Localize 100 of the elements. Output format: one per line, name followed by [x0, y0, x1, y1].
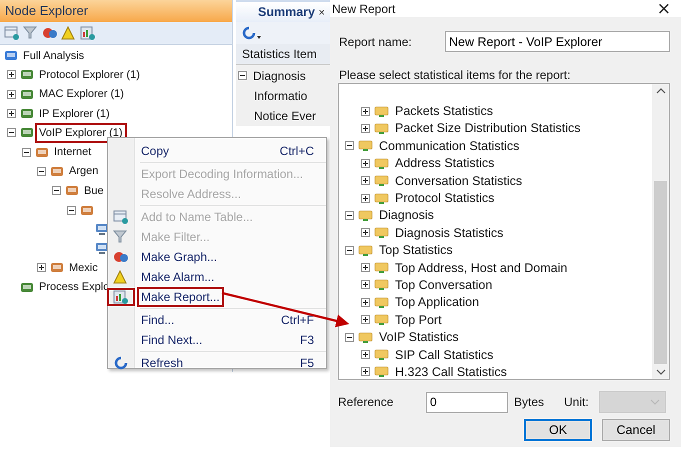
filter-icon[interactable]: [23, 26, 39, 40]
expand-icon[interactable]: [361, 367, 370, 376]
folder-icon: [374, 156, 390, 170]
scroll-down-icon[interactable]: [656, 368, 666, 376]
folder-icon: [374, 174, 390, 188]
collapse-icon[interactable]: [37, 166, 46, 176]
collapse-icon[interactable]: [345, 246, 354, 255]
menu-item[interactable]: Find... Ctrl+F: [108, 310, 326, 330]
tree-item[interactable]: Top Application: [394, 295, 480, 310]
expand-icon[interactable]: [361, 350, 370, 360]
folder-icon: [374, 261, 390, 274]
folder-icon: [374, 122, 390, 135]
tree-item[interactable]: MAC Explorer (1): [38, 87, 125, 102]
menu-item[interactable]: Find Next... F3: [108, 330, 326, 350]
expand-icon[interactable]: [361, 298, 370, 307]
filter-icon: [113, 230, 129, 244]
tree-item[interactable]: Address Statistics: [394, 156, 494, 170]
tree-item[interactable]: VoIP Statistics: [378, 330, 459, 344]
tree-item[interactable]: Top Conversation: [394, 278, 492, 292]
node-icon: [4, 49, 18, 62]
folder-icon: [374, 104, 390, 118]
expand-icon[interactable]: [361, 228, 370, 238]
report-name-field[interactable]: New Report - VoIP Explorer: [445, 31, 670, 52]
node-icon: [65, 184, 79, 198]
tree-item[interactable]: Full Analysis: [22, 48, 86, 63]
collapse-icon[interactable]: [345, 332, 354, 342]
menu-item[interactable]: Make Graph...: [108, 247, 326, 267]
collapse-icon[interactable]: [67, 206, 76, 215]
expand-icon[interactable]: [7, 109, 16, 118]
tree-item[interactable]: Mexic: [68, 260, 99, 275]
folder-icon: [358, 139, 374, 152]
menu-item[interactable]: Refresh F5: [108, 353, 326, 373]
node-icon: [35, 146, 49, 159]
collapse-icon[interactable]: [345, 210, 354, 220]
dialog-button[interactable]: OK: [524, 419, 592, 441]
table-add-icon[interactable]: [4, 26, 20, 40]
column-header[interactable]: Statistics Item: [236, 44, 330, 65]
collapse-icon[interactable]: [238, 71, 247, 80]
folder-icon: [374, 296, 390, 309]
dialog-button[interactable]: Cancel: [602, 419, 670, 441]
expand-icon[interactable]: [361, 124, 370, 133]
expand-icon[interactable]: [7, 90, 16, 99]
tree-item[interactable]: Top Port: [394, 312, 442, 327]
computer-icon: [95, 242, 109, 256]
expand-icon[interactable]: [361, 315, 370, 324]
graph-icon[interactable]: [42, 26, 58, 40]
scroll-thumb[interactable]: [654, 181, 667, 364]
expand-icon[interactable]: [361, 194, 370, 203]
report-icon: [113, 290, 129, 304]
alarm-icon[interactable]: [61, 26, 77, 40]
tree-item[interactable]: Internet: [53, 145, 92, 160]
tree-item[interactable]: Packet Size Distribution Statistics: [394, 121, 580, 136]
expand-icon[interactable]: [361, 106, 370, 116]
expand-icon[interactable]: [37, 263, 46, 272]
table-add-icon: [113, 210, 129, 224]
scroll-up-icon[interactable]: [656, 87, 666, 95]
scrollbar[interactable]: [652, 84, 669, 379]
expand-icon[interactable]: [361, 280, 370, 290]
folder-icon: [374, 365, 390, 378]
tree-item[interactable]: Top Address, Host and Domain: [394, 260, 568, 275]
window-title: New Report: [332, 2, 396, 16]
reference-field[interactable]: 0: [426, 392, 508, 412]
tree-item[interactable]: Protocol Statistics: [394, 191, 494, 206]
menu-item[interactable]: Copy Ctrl+C: [108, 141, 326, 161]
summary-tab[interactable]: Summary ×: [236, 2, 331, 22]
tree-item[interactable]: Packets Statistics: [394, 104, 493, 118]
collapse-icon[interactable]: [7, 128, 16, 138]
expand-icon[interactable]: [361, 158, 370, 168]
collapse-icon[interactable]: [345, 141, 354, 150]
refresh-icon[interactable]: [242, 26, 262, 40]
field-label: Report name:: [339, 34, 412, 48]
expand-icon[interactable]: [361, 263, 370, 272]
tree-item[interactable]: Diagnosis Statistics: [394, 226, 504, 240]
node-icon: [20, 280, 34, 294]
expand-icon[interactable]: [361, 176, 370, 186]
menu-item[interactable]: Make Alarm...: [108, 267, 326, 287]
node-icon: [50, 261, 64, 274]
computer-icon: [95, 222, 109, 236]
tree-item[interactable]: Top Statistics: [378, 243, 453, 258]
node-icon: [80, 204, 94, 217]
collapse-icon[interactable]: [52, 186, 61, 196]
expand-icon[interactable]: [7, 70, 16, 80]
node-icon: [20, 107, 34, 120]
tree-item[interactable]: Argen: [68, 164, 100, 178]
tree-item[interactable]: Diagnosis: [378, 208, 434, 222]
tree-item[interactable]: H.323 Call Statistics: [394, 364, 507, 379]
tree-item[interactable]: Bue: [83, 184, 105, 198]
menu-item[interactable]: Make Report...: [108, 287, 326, 307]
collapse-icon[interactable]: [22, 148, 31, 157]
folder-icon: [358, 244, 374, 257]
table-cell: Informatio: [254, 88, 308, 103]
tree-item[interactable]: Communication Statistics: [378, 138, 520, 153]
tree-item[interactable]: SIP Call Statistics: [394, 348, 494, 362]
field-label: Unit:: [564, 395, 589, 409]
tree-item[interactable]: Conversation Statistics: [394, 174, 522, 188]
close-button[interactable]: ×: [650, 2, 681, 16]
tree-item[interactable]: Protocol Explorer (1): [38, 68, 141, 82]
node-icon: [20, 88, 34, 101]
tree-item[interactable]: IP Explorer (1): [38, 106, 111, 121]
report-icon[interactable]: [80, 26, 96, 40]
